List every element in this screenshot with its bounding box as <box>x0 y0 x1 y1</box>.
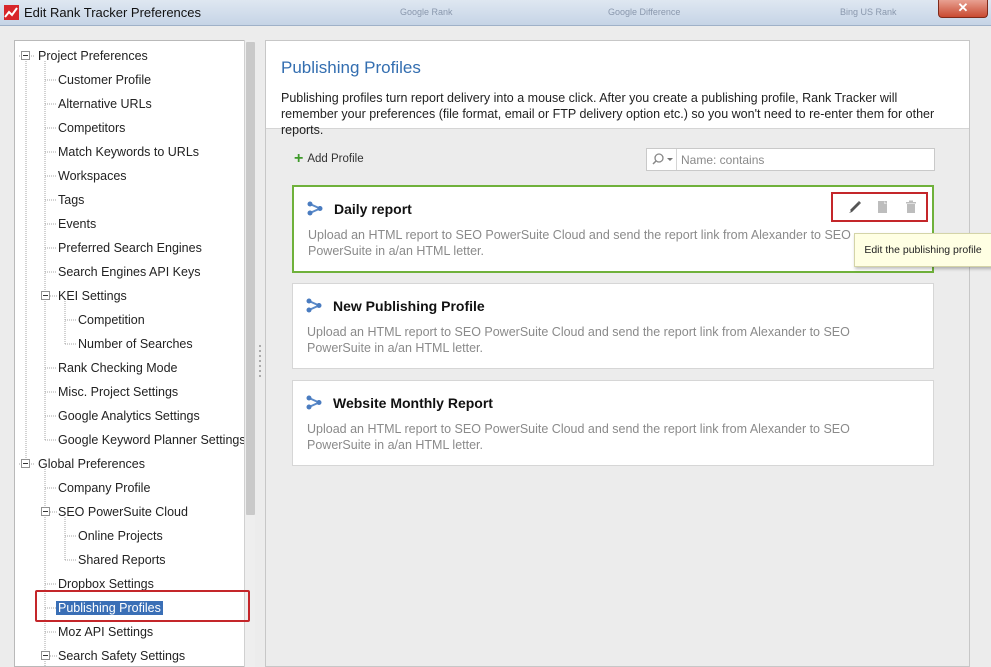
window-close-button[interactable]: ✕ <box>938 0 988 18</box>
ghost-tab: Google Difference <box>608 7 681 17</box>
profile-card[interactable]: Daily report Upload an HTML report to SE… <box>292 185 934 273</box>
tree-item-online-projects[interactable]: Online Projects <box>78 525 163 547</box>
add-profile-button[interactable]: + Add Profile <box>294 151 364 167</box>
tree-item-company-profile[interactable]: Company Profile <box>58 477 150 499</box>
highlight-annotation <box>35 590 250 622</box>
collapse-toggle-icon[interactable] <box>41 507 50 516</box>
tree-item-rank-checking-mode[interactable]: Rank Checking Mode <box>58 357 178 379</box>
plus-icon: + <box>294 150 304 167</box>
profile-search <box>646 148 935 171</box>
tree-item-misc-project-settings[interactable]: Misc. Project Settings <box>58 381 178 403</box>
tree-scrollbar[interactable] <box>244 40 255 667</box>
profile-description: Upload an HTML report to SEO PowerSuite … <box>307 325 850 355</box>
window-titlebar: Edit Rank Tracker Preferences Google Ran… <box>0 0 991 26</box>
tree-item-match-keywords[interactable]: Match Keywords to URLs <box>58 141 199 163</box>
tree-item-google-keyword-planner[interactable]: Google Keyword Planner Settings <box>58 429 246 451</box>
tree-item-search-safety-settings[interactable]: Search Safety Settings <box>58 645 185 666</box>
share-icon <box>307 201 323 216</box>
page-description: Publishing profiles turn report delivery… <box>281 91 935 137</box>
scrollbar-thumb[interactable] <box>246 42 255 515</box>
profile-description: Upload an HTML report to SEO PowerSuite … <box>307 422 850 452</box>
tree-item-number-of-searches[interactable]: Number of Searches <box>78 333 193 355</box>
ghost-tab: Google Rank <box>400 7 453 17</box>
collapse-toggle-icon[interactable] <box>41 291 50 300</box>
tree-item-google-analytics-settings[interactable]: Google Analytics Settings <box>58 405 200 427</box>
tree-item-customer-profile[interactable]: Customer Profile <box>58 69 151 91</box>
tree-item-search-engines-api-keys[interactable]: Search Engines API Keys <box>58 261 200 283</box>
delete-icon[interactable] <box>904 200 918 214</box>
tree-item-preferred-search-engines[interactable]: Preferred Search Engines <box>58 237 202 259</box>
profile-actions <box>831 192 928 222</box>
search-input[interactable] <box>681 151 926 168</box>
tree-item-competitors[interactable]: Competitors <box>58 117 125 139</box>
profile-description: Upload an HTML report to SEO PowerSuite … <box>308 228 851 258</box>
app-icon <box>4 5 19 20</box>
copy-icon[interactable] <box>876 200 890 214</box>
tree-item-kei-settings[interactable]: KEI Settings <box>58 285 127 307</box>
profile-card[interactable]: New Publishing Profile Upload an HTML re… <box>292 283 934 369</box>
share-icon <box>306 395 322 410</box>
collapse-toggle-icon[interactable] <box>21 51 30 60</box>
edit-tooltip: Edit the publishing profile <box>854 233 991 267</box>
preferences-tree: Project Preferences Customer Profile Alt… <box>14 40 255 667</box>
page-title: Publishing Profiles <box>281 58 421 77</box>
collapse-toggle-icon[interactable] <box>41 651 50 660</box>
edit-icon[interactable] <box>848 200 862 214</box>
tree-item-competition[interactable]: Competition <box>78 309 145 331</box>
content-header: Publishing Profiles Publishing profiles … <box>266 41 969 137</box>
profile-name: Website Monthly Report <box>333 395 493 411</box>
tree-item-seo-powersuite-cloud[interactable]: SEO PowerSuite Cloud <box>58 501 188 523</box>
collapse-toggle-icon[interactable] <box>21 459 30 468</box>
search-icon <box>652 153 673 165</box>
tree-item-global-preferences[interactable]: Global Preferences <box>38 453 145 475</box>
search-options-button[interactable] <box>647 149 677 170</box>
tree-item-project-preferences[interactable]: Project Preferences <box>38 45 148 67</box>
tree-item-tags[interactable]: Tags <box>58 189 84 211</box>
ghost-tab: Bing US Rank <box>840 7 897 17</box>
add-profile-label: Add Profile <box>307 153 364 165</box>
tree-item-moz-api-settings[interactable]: Moz API Settings <box>58 621 153 643</box>
profile-name: Daily report <box>334 201 412 217</box>
panel-splitter-grip[interactable] <box>258 345 262 380</box>
share-icon <box>306 298 322 313</box>
tree-item-workspaces[interactable]: Workspaces <box>58 165 127 187</box>
tree-item-events[interactable]: Events <box>58 213 96 235</box>
window-title: Edit Rank Tracker Preferences <box>24 5 202 20</box>
profile-name: New Publishing Profile <box>333 298 485 314</box>
content-panel: Publishing Profiles Publishing profiles … <box>265 40 991 667</box>
profile-card[interactable]: Website Monthly Report Upload an HTML re… <box>292 380 934 466</box>
tree-item-alternative-urls[interactable]: Alternative URLs <box>58 93 152 115</box>
tree-item-shared-reports[interactable]: Shared Reports <box>78 549 166 571</box>
